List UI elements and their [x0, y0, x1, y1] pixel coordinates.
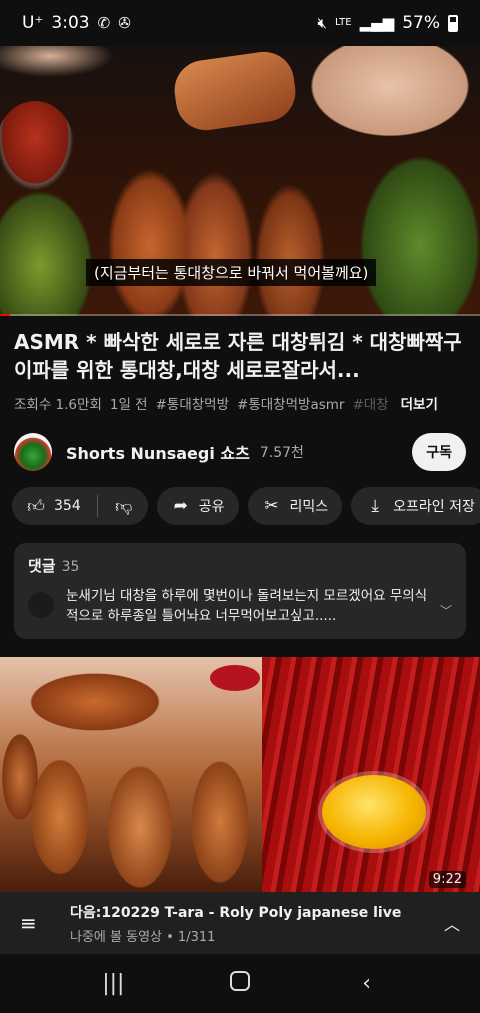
subscribe-button[interactable]: 구독	[412, 433, 466, 471]
system-nav-bar: ||| ‹	[0, 954, 480, 1013]
thumbnail-egg-yolk	[322, 775, 426, 849]
next-video-thumbnail[interactable]: 9:22	[0, 657, 480, 892]
recent-apps-icon[interactable]: |||	[83, 971, 143, 996]
battery-percent: 57%	[402, 13, 440, 33]
hashtag[interactable]: #통대창먹방asmr	[237, 393, 344, 413]
download-label: 오프라인 저장	[393, 499, 475, 515]
action-bar: 👍︎ 354 👎︎ ➦ 공유 ✂ 리믹스 ⤓ 오프라인 저장	[12, 487, 480, 525]
hashtag[interactable]: #대창	[352, 393, 388, 413]
video-meta[interactable]: 조회수 1.6만회 1일 전 #통대창먹방 #통대창먹방asmr #대창 더보기	[14, 393, 480, 413]
upload-age: 1일 전	[109, 397, 148, 413]
next-up-playlist: 나중에 볼 동영상 • 1/311	[70, 929, 216, 945]
next-up-texts: 다음:120229 T-ara - Roly Poly japanese liv…	[70, 902, 401, 945]
video-title[interactable]: ASMR * 빠삭한 세로로 자른 대창튀김 * 대창빠짝구이파를 위한 통대창…	[14, 328, 466, 384]
clock: 3:03	[51, 13, 90, 33]
video-subtitle: (지금부터는 통대창으로 바꿔서 먹어볼께요)	[86, 259, 377, 286]
more-button[interactable]: 더보기	[401, 393, 438, 413]
video-hand-left	[0, 46, 130, 86]
settings-gear-icon: ✇	[118, 14, 131, 32]
hd-voice-icon: ✆	[97, 14, 111, 32]
comments-count: 35	[61, 559, 80, 575]
divider	[96, 495, 98, 517]
video-player[interactable]: (지금부터는 통대창으로 바꿔서 먹어볼께요)	[0, 46, 480, 316]
expand-chevron-icon[interactable]: ﹀	[440, 602, 452, 626]
hashtag[interactable]: #통대창먹방	[156, 393, 229, 413]
like-dislike-group: 👍︎ 354 👎︎	[12, 487, 148, 525]
share-label: 공유	[198, 499, 225, 515]
network-type-label: LTE	[334, 17, 352, 28]
top-comment-text: 눈새기님 대창을 하루에 몇번이나 돌려보는지 모르겠어요 무의식적으로 하루종…	[66, 588, 428, 624]
subscriber-count: 7.57천	[259, 445, 304, 461]
thumbnail-lips	[210, 665, 260, 691]
battery-icon	[448, 14, 458, 32]
playlist-queue-icon[interactable]: ≡	[20, 911, 48, 935]
video-duration: 9:22	[428, 871, 466, 888]
chevron-up-icon[interactable]: ︿	[444, 911, 460, 935]
view-count: 조회수 1.6만회	[14, 397, 102, 413]
download-icon: ⤓	[371, 496, 379, 516]
carrier-label: U⁺	[22, 13, 44, 33]
top-comment: 눈새기님 대창을 하루에 몇번이나 돌려보는지 모르겠어요 무의식적으로 하루종…	[28, 586, 452, 626]
next-up-title: 다음:120229 T-ara - Roly Poly japanese liv…	[70, 904, 402, 921]
like-count[interactable]: 354	[54, 498, 81, 514]
commenter-avatar	[28, 592, 54, 618]
download-button[interactable]: ⤓ 오프라인 저장	[351, 487, 480, 525]
like-icon[interactable]: 👍︎	[26, 496, 46, 517]
remix-button[interactable]: ✂ 리믹스	[247, 487, 343, 525]
remix-icon: ✂	[264, 496, 279, 516]
comments-header: 댓글 35	[28, 555, 452, 576]
mute-icon: 🔇︎	[317, 14, 327, 32]
home-icon[interactable]	[210, 970, 270, 997]
dislike-icon[interactable]: 👎︎	[114, 496, 134, 517]
comments-panel[interactable]: 댓글 35 눈새기님 대창을 하루에 몇번이나 돌려보는지 모르겠어요 무의식적으…	[14, 543, 466, 639]
progress-fill	[0, 314, 10, 316]
status-bar: U⁺ 3:03 ✆ ✇ 🔇︎ LTE ▂▄▆ 57%	[0, 0, 480, 46]
share-icon: ➦	[173, 496, 188, 516]
remix-label: 리믹스	[289, 499, 329, 515]
channel-avatar[interactable]	[14, 433, 52, 471]
channel-row[interactable]: Shorts Nunsaegi 쇼츠 7.57천 구독	[14, 432, 466, 472]
share-button[interactable]: ➦ 공유	[156, 487, 239, 525]
progress-bar[interactable]	[0, 314, 480, 316]
signal-icon: ▂▄▆	[359, 14, 395, 32]
comments-label: 댓글	[28, 557, 56, 575]
next-up-bar[interactable]: ≡ 다음:120229 T-ara - Roly Poly japanese l…	[0, 892, 480, 954]
back-icon[interactable]: ‹	[337, 971, 397, 996]
channel-name[interactable]: Shorts Nunsaegi 쇼츠	[66, 440, 250, 464]
